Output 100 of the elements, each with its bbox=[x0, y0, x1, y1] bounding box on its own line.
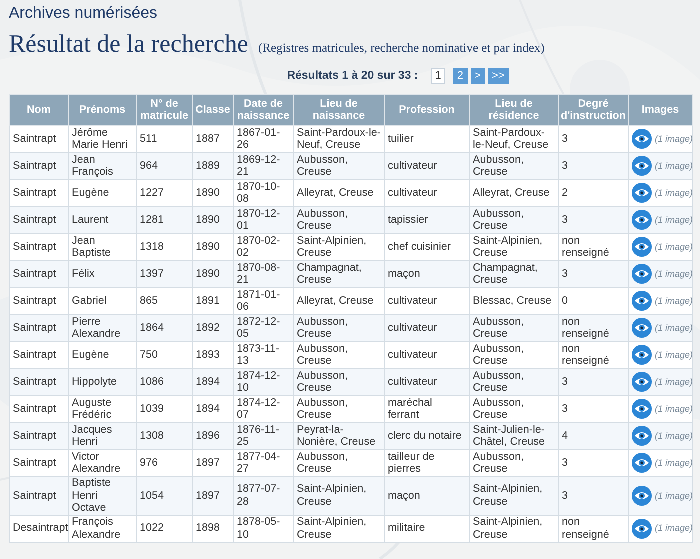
eye-icon[interactable] bbox=[632, 453, 652, 473]
table-cell: Aubusson, Creuse bbox=[294, 314, 384, 342]
page-link[interactable]: >> bbox=[488, 68, 509, 84]
table-cell: 865 bbox=[136, 288, 192, 314]
table-cell: Félix bbox=[68, 260, 136, 288]
eye-icon[interactable] bbox=[632, 372, 652, 392]
eye-icon[interactable] bbox=[632, 237, 652, 257]
eye-icon[interactable] bbox=[632, 129, 652, 149]
table-cell: Auguste Frédéric bbox=[68, 396, 136, 422]
table-cell: Desaintrapt bbox=[10, 515, 68, 542]
table-cell: Alleyrat, Creuse bbox=[470, 180, 558, 206]
table-cell: Saintrapt bbox=[10, 126, 68, 152]
eye-icon[interactable] bbox=[632, 518, 652, 538]
table-cell: non renseigné bbox=[558, 234, 628, 260]
eye-icon[interactable] bbox=[632, 210, 652, 230]
eye-icon[interactable] bbox=[632, 183, 652, 203]
table-cell: 1889 bbox=[192, 152, 234, 180]
table-cell: 1867-01-26 bbox=[234, 126, 294, 152]
table-cell: 1039 bbox=[136, 396, 192, 422]
table-cell: 1870-10-08 bbox=[234, 180, 294, 206]
table-cell: Saintrapt bbox=[10, 234, 68, 260]
table-cell: militaire bbox=[384, 515, 470, 542]
eye-icon[interactable] bbox=[632, 318, 652, 338]
eye-icon[interactable] bbox=[632, 264, 652, 284]
table-cell: Aubusson, Creuse bbox=[470, 396, 558, 422]
table-cell: 1897 bbox=[192, 450, 234, 476]
eye-icon[interactable] bbox=[632, 156, 652, 176]
table-cell: cultivateur bbox=[384, 314, 470, 342]
column-header: Profession bbox=[384, 94, 470, 126]
image-count-link[interactable]: (1 image) bbox=[655, 490, 694, 502]
table-cell: 3 bbox=[558, 152, 628, 180]
table-cell: Aubusson, Creuse bbox=[294, 342, 384, 368]
table-cell: 3 bbox=[558, 260, 628, 288]
table-cell: 1873-11-13 bbox=[234, 342, 294, 368]
table-cell: 1870-08-21 bbox=[234, 260, 294, 288]
table-cell: Saintrapt bbox=[10, 368, 68, 396]
table-cell: Pierre Alexandre bbox=[68, 314, 136, 342]
table-cell: cultivateur bbox=[384, 180, 470, 206]
table-cell: 3 bbox=[558, 126, 628, 152]
table-cell: 1871-01-06 bbox=[234, 288, 294, 314]
table-cell: Aubusson, Creuse bbox=[294, 368, 384, 396]
table-cell: Aubusson, Creuse bbox=[294, 450, 384, 476]
table-cell: 1890 bbox=[192, 180, 234, 206]
table-cell: 3 bbox=[558, 450, 628, 476]
table-cell: 1397 bbox=[136, 260, 192, 288]
table-cell: chef cuisinier bbox=[384, 234, 470, 260]
table-cell: Hippolyte bbox=[68, 368, 136, 396]
eye-icon[interactable] bbox=[632, 291, 652, 311]
table-cell: Eugène bbox=[68, 342, 136, 368]
eye-icon[interactable] bbox=[632, 426, 652, 446]
table-cell: 1891 bbox=[192, 288, 234, 314]
table-cell: Jean Baptiste bbox=[68, 234, 136, 260]
eye-icon[interactable] bbox=[632, 486, 652, 506]
table-cell: 1878-05-10 bbox=[234, 515, 294, 542]
eye-icon[interactable] bbox=[632, 345, 652, 365]
page-link[interactable]: 2 bbox=[453, 68, 468, 84]
column-header: N° de matricule bbox=[136, 94, 192, 126]
table-cell: 511 bbox=[136, 126, 192, 152]
table-cell: tapissier bbox=[384, 206, 470, 234]
table-cell: Saintrapt bbox=[10, 206, 68, 234]
table-cell: Aubusson, Creuse bbox=[470, 314, 558, 342]
current-page[interactable]: 1 bbox=[431, 68, 446, 84]
table-cell: Saintrapt bbox=[10, 450, 68, 476]
table-cell: 1318 bbox=[136, 234, 192, 260]
table-cell: cultivateur bbox=[384, 152, 470, 180]
table-cell: 1281 bbox=[136, 206, 192, 234]
page-title: Résultat de la recherche bbox=[9, 30, 248, 60]
column-header: Lieu de résidence bbox=[470, 94, 558, 126]
table-cell: non renseigné bbox=[558, 342, 628, 368]
page-link[interactable]: > bbox=[470, 68, 485, 84]
table-cell: Jérôme Marie Henri bbox=[68, 126, 136, 152]
table-cell: Aubusson, Creuse bbox=[470, 450, 558, 476]
table-cell: 1870-12-01 bbox=[234, 206, 294, 234]
table-cell: Gabriel bbox=[68, 288, 136, 314]
table-cell: 1890 bbox=[192, 206, 234, 234]
table-cell: 2 bbox=[558, 180, 628, 206]
table-cell: Saintrapt bbox=[10, 396, 68, 422]
table-cell: 1876-11-25 bbox=[234, 422, 294, 450]
table-cell: Alleyrat, Creuse bbox=[294, 288, 384, 314]
column-header: Degré d'instruction bbox=[558, 94, 628, 126]
table-cell: Saint-Julien-le-Châtel, Creuse bbox=[470, 422, 558, 450]
table-cell: Baptiste Henri Octave bbox=[68, 476, 136, 515]
table-cell: Saintrapt bbox=[10, 422, 68, 450]
table-cell: Laurent bbox=[68, 206, 136, 234]
table-cell: Victor Alexandre bbox=[68, 450, 136, 476]
table-cell: 1874-12-10 bbox=[234, 368, 294, 396]
table-cell: tailleur de pierres bbox=[384, 450, 470, 476]
table-cell: 0 bbox=[558, 288, 628, 314]
table-cell: François Alexandre bbox=[68, 515, 136, 542]
table-cell: Eugène bbox=[68, 180, 136, 206]
table-cell: Saintrapt bbox=[10, 314, 68, 342]
table-cell: Saintrapt bbox=[10, 476, 68, 515]
table-cell: Saintrapt bbox=[10, 180, 68, 206]
eye-icon[interactable] bbox=[632, 399, 652, 419]
table-cell: Jacques Henri bbox=[68, 422, 136, 450]
table-cell: 1227 bbox=[136, 180, 192, 206]
page-subtitle: (Registres matricules, recherche nominative et par index) bbox=[258, 41, 545, 56]
table-cell: Aubusson, Creuse bbox=[470, 206, 558, 234]
table-cell: 750 bbox=[136, 342, 192, 368]
table-cell: 976 bbox=[136, 450, 192, 476]
